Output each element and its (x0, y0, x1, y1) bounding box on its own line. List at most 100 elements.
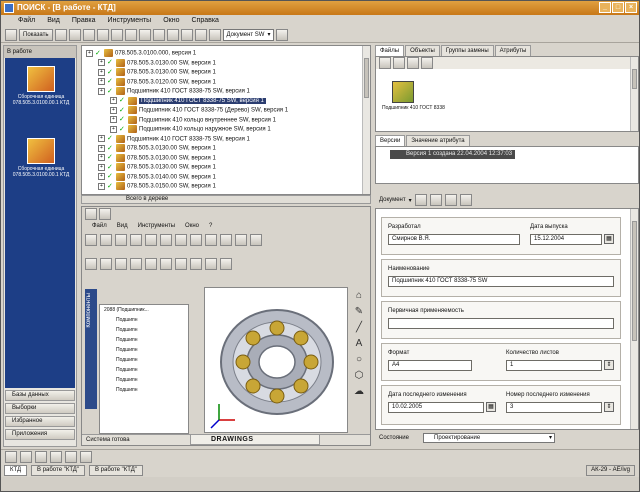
circle-icon[interactable]: ○ (353, 353, 366, 366)
tree-row[interactable]: + ✓ 078.505.3.0150.00 SW, версия 1 (98, 182, 216, 191)
tree-scrollbar[interactable] (362, 46, 370, 194)
search-icon[interactable] (194, 28, 207, 41)
feature-tree-item[interactable]: Подшипн (100, 385, 188, 395)
tree-row[interactable]: + ✓ Подшипник 410 ГОСТ 8338-75 SW, версия … (110, 96, 266, 106)
expand-node-icon[interactable]: + (98, 59, 105, 66)
name-field[interactable]: Подшипник 410 ГОСТ 8338-75 SW (388, 276, 614, 287)
properties-icon[interactable] (110, 28, 123, 41)
zoom-fit-icon[interactable] (85, 258, 97, 270)
feature-tree-root[interactable]: 2088 (Подшипник... (100, 305, 188, 315)
back-icon[interactable] (5, 28, 17, 41)
components-tab[interactable]: Компоненты (85, 289, 97, 409)
measure-icon[interactable] (220, 258, 232, 270)
tab-files[interactable]: Файлы (375, 45, 405, 56)
nav-databases[interactable]: Базы данных (5, 390, 75, 401)
first-use-field[interactable] (388, 318, 614, 329)
new-folder-icon[interactable] (20, 450, 32, 463)
paste-icon[interactable] (96, 28, 109, 41)
save-icon[interactable] (459, 194, 472, 206)
move-icon[interactable] (35, 450, 47, 463)
expand-node-icon[interactable]: + (98, 135, 105, 142)
stop-icon[interactable] (235, 234, 247, 246)
files-scrollbar[interactable] (630, 57, 638, 131)
tree-row[interactable]: + ✓ Подшипник 410 кольцо внутреннее SW, ве… (110, 115, 276, 125)
copy-icon[interactable] (54, 28, 67, 41)
show-button[interactable]: Показать (19, 28, 53, 41)
calendar-icon[interactable]: ▦ (486, 402, 496, 412)
feature-tree-item[interactable]: Подшипн (100, 355, 188, 365)
cad-menu-file[interactable]: Файл (92, 221, 107, 231)
developer-field[interactable]: Смирнов В.Я. (388, 234, 520, 245)
settings-icon[interactable] (99, 208, 111, 220)
line-icon[interactable]: ╱ (353, 321, 366, 334)
list-icon[interactable] (421, 57, 433, 69)
menu-help[interactable]: Справка (186, 15, 223, 27)
last-change-date-field[interactable]: 10.02.2005 (388, 402, 484, 413)
delete-icon[interactable] (50, 450, 62, 463)
cad-menu-window[interactable]: Окно (185, 221, 199, 231)
spinner-icon[interactable]: ⇕ (604, 360, 614, 370)
cut-icon[interactable] (82, 28, 95, 41)
filter-icon[interactable] (276, 28, 289, 41)
pencil-icon[interactable]: ✎ (353, 305, 366, 318)
tree-row[interactable]: + ✓ 078.505.3.0130.00 SW, версия 1 (98, 58, 216, 68)
feature-tree-item[interactable]: Подшипн (100, 315, 188, 325)
nav-favorites[interactable]: Избранное (5, 416, 75, 427)
expand-node-icon[interactable]: + (110, 97, 117, 104)
save-icon[interactable] (100, 234, 112, 246)
spinner-icon[interactable]: ⇕ (604, 402, 614, 412)
feature-tree-item[interactable]: Подшипн (100, 335, 188, 345)
window-tab-work-2[interactable]: В работе "КТД" (88, 464, 143, 476)
tree-row[interactable]: + ✓ Подшипник 410 кольцо наружное SW, верс… (110, 125, 271, 134)
maximize-button[interactable]: □ (612, 2, 624, 13)
document-type-select[interactable]: Документ SW ▾ (222, 28, 275, 41)
tree-row[interactable]: + ✓ Подшипник 410 ГОСТ 8338-75 SW, версия … (98, 87, 250, 96)
delete-icon[interactable] (68, 28, 81, 41)
expand-node-icon[interactable]: + (98, 68, 105, 76)
expand-node-icon[interactable]: + (98, 78, 105, 85)
menu-tools[interactable]: Инструменты (103, 15, 157, 27)
state-select[interactable]: Проектирование ▾ (423, 433, 555, 443)
share-icon[interactable] (65, 450, 77, 463)
options-icon[interactable] (145, 234, 157, 246)
feature-tree-item[interactable]: Подшипн (100, 375, 188, 385)
folder-icon[interactable] (5, 450, 17, 463)
expand-node-icon[interactable]: + (98, 144, 105, 152)
menu-file[interactable]: Файл (13, 15, 40, 27)
tab-replacement-groups[interactable]: Группы замены (440, 45, 494, 56)
text-icon[interactable]: A (353, 337, 366, 350)
checkout-icon[interactable] (152, 28, 165, 41)
feature-tree-item[interactable]: Подшипн (100, 365, 188, 375)
attach-icon[interactable] (414, 194, 427, 206)
expand-node-icon[interactable]: + (98, 87, 105, 95)
tree-row[interactable]: + ✓ 078.505.3.0100.000, версия 1 (86, 49, 196, 58)
lock-icon[interactable] (166, 28, 179, 41)
model-viewport[interactable] (204, 287, 348, 433)
print-icon[interactable] (444, 194, 457, 206)
redraw-icon[interactable] (190, 234, 202, 246)
add-file-icon[interactable] (393, 57, 405, 69)
sketch-icon[interactable]: ⌂ (353, 289, 366, 302)
expand-node-icon[interactable]: + (98, 182, 105, 190)
view-icon[interactable] (379, 57, 391, 69)
tree-row[interactable]: + ✓ 078.505.3.0120.00 SW, версия 1 (98, 77, 216, 87)
menu-view[interactable]: Вид (42, 15, 65, 27)
tab-objects[interactable]: Объекты (405, 45, 440, 56)
tab-attribute-value[interactable]: Значение атрибута (406, 135, 470, 146)
expand-node-icon[interactable]: + (98, 154, 105, 161)
next-icon[interactable] (250, 234, 262, 246)
help-icon[interactable] (160, 234, 172, 246)
archive-icon[interactable] (80, 450, 92, 463)
print-icon[interactable] (115, 234, 127, 246)
select-icon[interactable] (175, 234, 187, 246)
cad-menu-tools[interactable]: Инструменты (138, 221, 175, 231)
expand-node-icon[interactable]: + (110, 106, 117, 114)
calendar-icon[interactable]: ▦ (604, 234, 614, 244)
release-date-field[interactable]: 15.12.2004 (530, 234, 602, 245)
feature-tree-item[interactable]: Подшипн (100, 325, 188, 335)
close-button[interactable]: × (625, 2, 637, 13)
form-scrollbar[interactable] (630, 209, 638, 429)
format-field[interactable]: А4 (388, 360, 472, 371)
menu-edit[interactable]: Правка (67, 15, 101, 27)
model-icon[interactable] (205, 234, 217, 246)
